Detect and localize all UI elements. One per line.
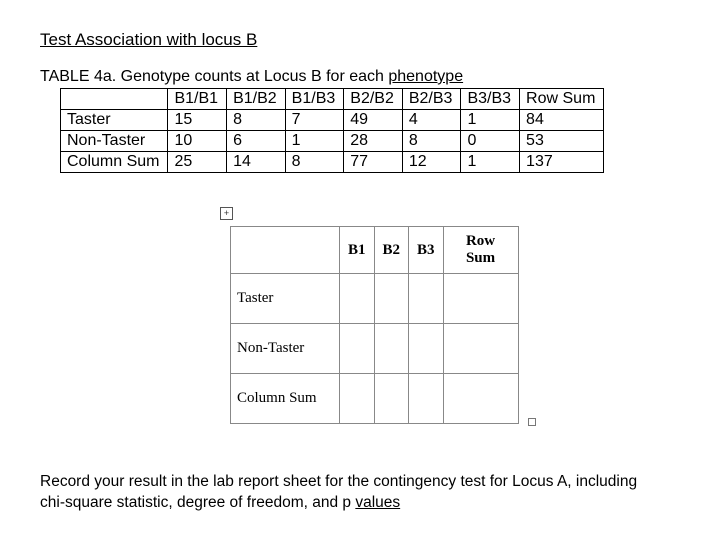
cell: 15 (168, 110, 227, 131)
row-label: Non-Taster (231, 324, 340, 374)
cell: 8 (227, 110, 286, 131)
cell-input[interactable] (443, 274, 518, 324)
cell: 25 (168, 152, 227, 173)
resize-handle-icon[interactable] (528, 418, 536, 426)
cell-input[interactable] (409, 274, 444, 324)
cell-input[interactable] (374, 324, 409, 374)
cell: 137 (520, 152, 604, 173)
cell: 1 (461, 110, 520, 131)
cell: 8 (285, 152, 344, 173)
cell: 4 (402, 110, 461, 131)
table-4b-header-blank (231, 227, 340, 274)
cell: 84 (520, 110, 604, 131)
cell-input[interactable] (443, 374, 518, 424)
cell-input[interactable] (443, 324, 518, 374)
section-title: Test Association with locus B (40, 30, 666, 50)
table-4a-header-b3b3: B3/B3 (461, 89, 520, 110)
table-row: Column Sum 25 14 8 77 12 1 137 (61, 152, 604, 173)
cell-input[interactable] (374, 274, 409, 324)
cell: 0 (461, 131, 520, 152)
table-4b-header-b2: B2 (374, 227, 409, 274)
caption-text: TABLE 4a. Genotype counts at Locus B for… (40, 68, 388, 85)
caption-phenotype: phenotype (388, 68, 463, 85)
table-row: Taster 15 8 7 49 4 1 84 (61, 110, 604, 131)
expand-handle-icon[interactable]: + (220, 207, 233, 220)
table-4a-header-b1b2: B1/B2 (227, 89, 286, 110)
table-4b-header-b3: B3 (409, 227, 444, 274)
row-label: Taster (231, 274, 340, 324)
table-4a-header-rowsum: Row Sum (520, 89, 604, 110)
table-4a-header-b1b1: B1/B1 (168, 89, 227, 110)
table-4a-header-row: B1/B1 B1/B2 B1/B3 B2/B2 B2/B3 B3/B3 Row … (61, 89, 604, 110)
table-4a-header-blank (61, 89, 168, 110)
cell-input[interactable] (409, 324, 444, 374)
table-row: Column Sum (231, 374, 519, 424)
cell: 28 (344, 131, 403, 152)
table-4a-caption: TABLE 4a. Genotype counts at Locus B for… (40, 68, 666, 86)
cell: 7 (285, 110, 344, 131)
cell: 14 (227, 152, 286, 173)
instruction-body: Record your result in the lab report she… (40, 473, 637, 511)
cell: 1 (285, 131, 344, 152)
cell-input[interactable] (340, 274, 375, 324)
cell-input[interactable] (340, 324, 375, 374)
cell: 49 (344, 110, 403, 131)
instruction-values-link[interactable]: values (355, 494, 400, 511)
row-label: Column Sum (61, 152, 168, 173)
cell: 77 (344, 152, 403, 173)
table-4b-header-row: B1 B2 B3 Row Sum (231, 227, 519, 274)
cell: 12 (402, 152, 461, 173)
row-label: Taster (61, 110, 168, 131)
cell-input[interactable] (409, 374, 444, 424)
cell: 8 (402, 131, 461, 152)
row-label: Column Sum (231, 374, 340, 424)
cell-input[interactable] (374, 374, 409, 424)
cell: 53 (520, 131, 604, 152)
cell: 10 (168, 131, 227, 152)
row-label: Non-Taster (61, 131, 168, 152)
table-row: Non-Taster 10 6 1 28 8 0 53 (61, 131, 604, 152)
table-4a-header-b2b2: B2/B2 (344, 89, 403, 110)
table-4b[interactable]: B1 B2 B3 Row Sum Taster Non-Taster Colum… (230, 226, 519, 424)
table-row: Taster (231, 274, 519, 324)
cell: 1 (461, 152, 520, 173)
cell: 6 (227, 131, 286, 152)
table-row: Non-Taster (231, 324, 519, 374)
table-4a: B1/B1 B1/B2 B1/B3 B2/B2 B2/B3 B3/B3 Row … (60, 88, 604, 173)
cell-input[interactable] (340, 374, 375, 424)
table-4a-header-b2b3: B2/B3 (402, 89, 461, 110)
table-4a-header-b1b3: B1/B3 (285, 89, 344, 110)
table-4b-header-rowsum: Row Sum (443, 227, 518, 274)
table-4b-header-b1: B1 (340, 227, 375, 274)
instruction-text: Record your result in the lab report she… (40, 472, 640, 514)
